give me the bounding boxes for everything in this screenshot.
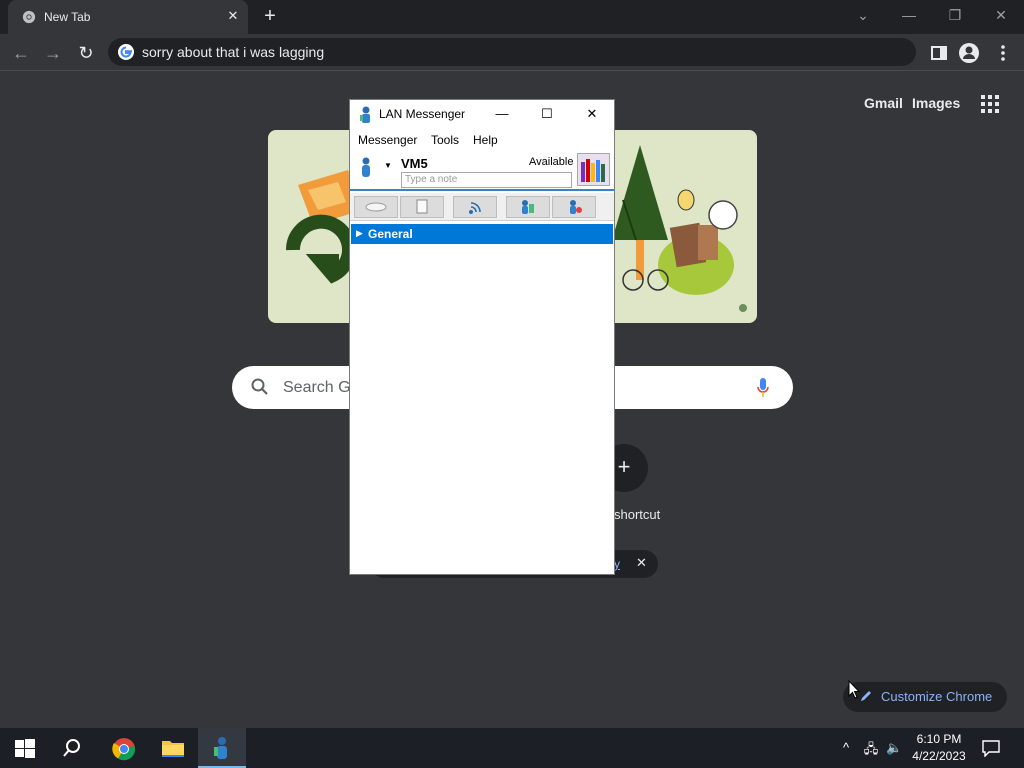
gmail-link[interactable]: Gmail [864, 95, 903, 111]
chrome-taskbar-icon [112, 738, 136, 761]
broadcast-icon [469, 202, 481, 214]
send-file-button[interactable] [400, 196, 444, 218]
chrome-taskbar-button[interactable] [99, 728, 147, 768]
chat-button[interactable] [354, 196, 398, 218]
magnifier-icon [63, 739, 80, 757]
browser-toolbar: ← → ↻ sorry about that i was lagging [0, 34, 1024, 71]
note-input[interactable]: Type a note [401, 172, 572, 188]
images-link[interactable]: Images [912, 95, 960, 111]
google-apps-icon[interactable] [978, 92, 1002, 116]
chat-icon [365, 202, 387, 212]
restore-icon[interactable]: ❐ [940, 4, 970, 26]
search-icon [251, 378, 268, 395]
user-name: VM5 [401, 156, 428, 171]
windows-logo-icon [15, 739, 35, 758]
chrome-icon [22, 10, 36, 24]
tab-new-tab[interactable]: New Tab ✕ [8, 0, 248, 34]
address-text: sorry about that i was lagging [142, 44, 325, 60]
forward-icon[interactable]: → [40, 40, 66, 66]
contact-group-general[interactable]: ▶ General [351, 224, 613, 244]
lan-maximize-icon[interactable]: ☐ [536, 104, 558, 124]
add-shortcut-label: shortcut [614, 507, 661, 522]
file-explorer-taskbar-button[interactable] [148, 728, 196, 768]
users-settings-icon [570, 200, 582, 214]
lan-window-title: LAN Messenger [379, 107, 466, 121]
user-status[interactable]: Available [529, 156, 573, 168]
notice-close-icon[interactable]: ✕ [636, 555, 647, 571]
lan-messenger-taskbar-icon [214, 737, 227, 759]
notification-icon[interactable] [982, 740, 1000, 757]
menu-help[interactable]: Help [473, 133, 498, 147]
start-button[interactable] [0, 728, 48, 768]
search-placeholder: Search Go [283, 379, 360, 396]
lan-toolbar [350, 193, 614, 221]
lan-minimize-icon[interactable]: — [491, 104, 513, 124]
tab-search-icon[interactable]: ⌄ [848, 4, 878, 26]
status-dropdown-icon[interactable]: ▼ [384, 161, 392, 170]
tray-chevron-icon[interactable]: ^ [838, 740, 854, 756]
user-status-icon[interactable] [359, 157, 373, 177]
volume-icon[interactable]: 🔈 [886, 740, 902, 756]
lan-status-panel: ▼ VM5 Available Type a note [350, 151, 614, 191]
file-icon [416, 199, 428, 214]
minimize-icon[interactable]: — [894, 4, 924, 26]
lan-close-icon[interactable]: ✕ [581, 104, 603, 124]
pencil-icon [861, 691, 871, 701]
windows-taskbar: ^ 🖧 🔈 6:10 PM 4/22/2023 [0, 728, 1024, 768]
profile-icon[interactable] [956, 40, 982, 66]
clock-time[interactable]: 6:10 PM [905, 732, 973, 746]
new-tab-button[interactable]: + [258, 5, 282, 29]
close-icon[interactable]: ✕ [986, 4, 1016, 26]
expand-arrow-icon[interactable]: ▶ [356, 228, 363, 239]
lan-messenger-taskbar-button[interactable] [198, 728, 246, 768]
google-g-icon [118, 44, 134, 60]
lan-menubar: Messenger Tools Help [350, 129, 614, 151]
broadcast-button[interactable] [453, 196, 497, 218]
menu-tools[interactable]: Tools [431, 133, 459, 147]
menu-icon[interactable] [990, 40, 1016, 66]
lan-title-bar[interactable]: LAN Messenger — ☐ ✕ [350, 100, 614, 129]
mouse-cursor-icon [848, 680, 860, 699]
search-taskbar-button[interactable] [48, 728, 96, 768]
microphone-icon[interactable] [756, 377, 770, 399]
clock-date[interactable]: 4/22/2023 [905, 749, 973, 763]
lan-messenger-window: LAN Messenger — ☐ ✕ Messenger Tools Help… [349, 99, 615, 575]
add-contact-button[interactable] [506, 196, 550, 218]
avatar[interactable] [577, 153, 610, 186]
back-icon[interactable]: ← [8, 40, 34, 66]
tab-close-icon[interactable]: ✕ [224, 7, 242, 25]
address-bar[interactable]: sorry about that i was lagging [108, 38, 916, 66]
users-add-icon [522, 200, 534, 214]
reload-icon[interactable]: ↻ [73, 40, 99, 66]
menu-messenger[interactable]: Messenger [358, 133, 417, 147]
tab-strip: New Tab ✕ + ⌄ — ❐ ✕ [0, 0, 1024, 34]
network-icon[interactable]: 🖧 [863, 740, 879, 756]
side-panel-icon[interactable] [926, 40, 952, 66]
tab-title: New Tab [44, 10, 91, 24]
group-label: General [368, 227, 413, 241]
lan-messenger-icon [360, 106, 370, 123]
crayons-avatar-icon [578, 154, 609, 185]
customize-chrome-label: Customize Chrome [881, 689, 993, 704]
settings-button[interactable] [552, 196, 596, 218]
folder-icon [162, 741, 184, 757]
customize-chrome-button[interactable]: Customize Chrome [843, 682, 1007, 712]
